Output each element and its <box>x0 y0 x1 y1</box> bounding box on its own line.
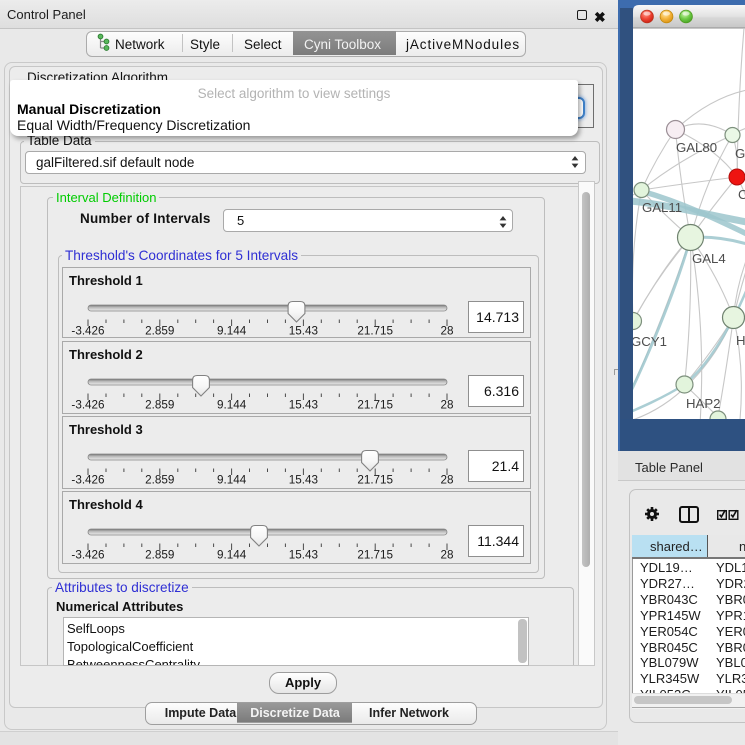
svg-text:9.144: 9.144 <box>217 325 247 338</box>
svg-text:2.859: 2.859 <box>145 549 174 562</box>
svg-text:28: 28 <box>440 325 453 338</box>
svg-text:9.144: 9.144 <box>217 549 247 562</box>
svg-text:21.715: 21.715 <box>357 549 393 562</box>
svg-text:2.859: 2.859 <box>145 399 174 412</box>
svg-text:28: 28 <box>440 549 453 562</box>
svg-text:15.43: 15.43 <box>289 474 318 487</box>
svg-text:GAL11: GAL11 <box>642 200 682 215</box>
svg-text:15.43: 15.43 <box>289 549 318 562</box>
svg-text:9.144: 9.144 <box>217 474 247 487</box>
svg-text:GCY1: GCY1 <box>631 334 667 349</box>
svg-text:-3.426: -3.426 <box>71 474 104 487</box>
svg-text:2.859: 2.859 <box>145 325 174 338</box>
svg-text:21.715: 21.715 <box>357 325 393 338</box>
svg-text:21.715: 21.715 <box>357 474 393 487</box>
svg-text:-3.426: -3.426 <box>71 399 104 412</box>
svg-text:GAL4: GAL4 <box>692 251 726 266</box>
svg-text:15.43: 15.43 <box>289 325 318 338</box>
svg-text:21.715: 21.715 <box>357 399 393 412</box>
svg-text:C: C <box>738 187 745 202</box>
svg-text:H: H <box>736 333 745 348</box>
svg-text:2.859: 2.859 <box>145 474 174 487</box>
svg-text:GAL: GAL <box>735 146 745 161</box>
svg-text:9.144: 9.144 <box>217 399 247 412</box>
svg-text:28: 28 <box>440 399 453 412</box>
svg-text:15.43: 15.43 <box>289 399 318 412</box>
svg-text:GAL80: GAL80 <box>676 140 717 155</box>
svg-text:HAP2: HAP2 <box>686 396 720 411</box>
svg-text:-3.426: -3.426 <box>71 325 104 338</box>
svg-text:28: 28 <box>440 474 453 487</box>
svg-text:-3.426: -3.426 <box>71 549 104 562</box>
